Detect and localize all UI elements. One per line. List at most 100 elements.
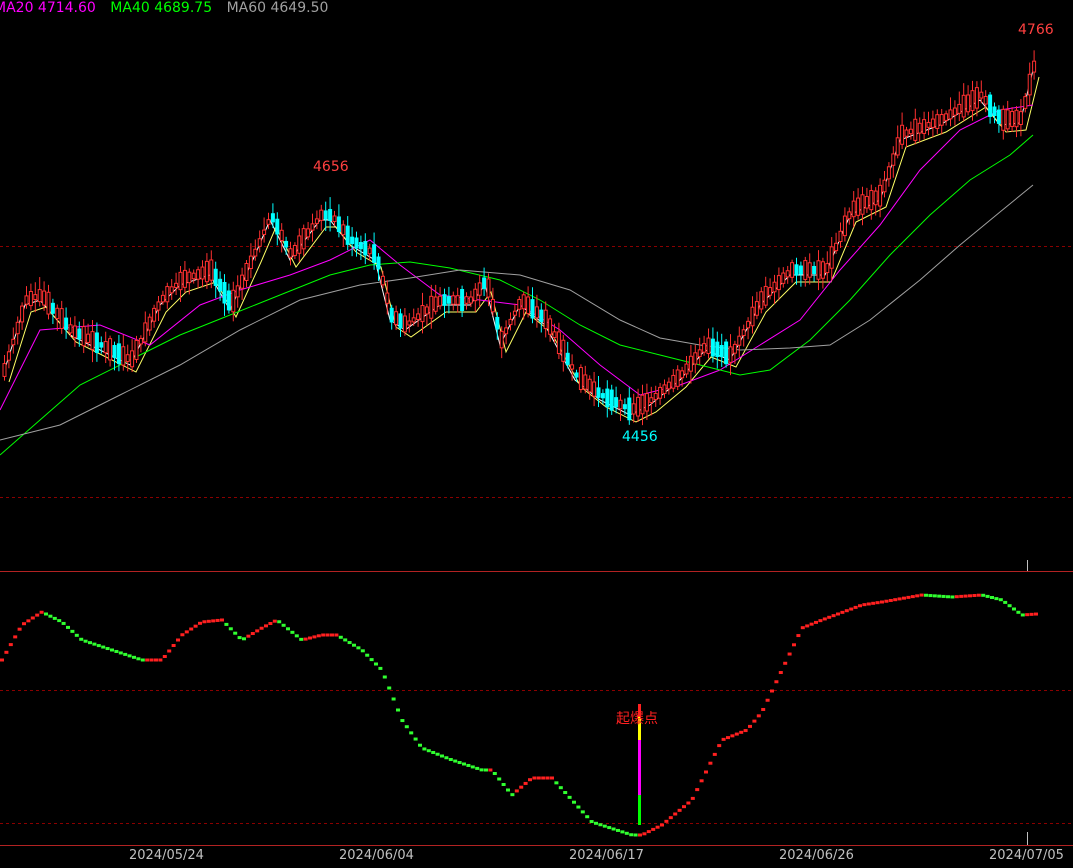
candle-body: [94, 332, 99, 353]
candle-body: [2, 363, 7, 377]
candle-body: [979, 91, 984, 99]
oscillator-step: [730, 734, 735, 738]
oscillator-step: [818, 619, 823, 623]
oscillator-step: [246, 634, 251, 638]
candle-body: [556, 331, 561, 355]
candle-body: [675, 369, 680, 387]
oscillator-step: [431, 750, 436, 754]
candle-body: [464, 296, 469, 304]
oscillator-step: [862, 603, 867, 607]
candle-body: [988, 94, 993, 117]
oscillator-step: [325, 633, 330, 637]
oscillator-step: [127, 654, 132, 658]
oscillator-step: [624, 831, 629, 835]
candle-body: [235, 285, 240, 298]
oscillator-step: [655, 825, 660, 829]
oscillator-step: [932, 594, 937, 598]
candle-body: [574, 372, 579, 378]
candle-body: [20, 305, 25, 323]
candle-body: [702, 343, 707, 353]
candle-body: [600, 393, 605, 399]
candle-body: [59, 308, 64, 330]
oscillator-step: [822, 617, 827, 621]
candle-body: [402, 315, 407, 333]
candle-body: [420, 305, 425, 323]
oscillator-step: [756, 714, 761, 718]
oscillator-step: [1016, 610, 1021, 614]
candle-body: [640, 394, 645, 415]
oscillator-step: [792, 643, 796, 647]
oscillator-step: [836, 612, 840, 616]
oscillator-step: [545, 776, 550, 780]
candle-body: [974, 87, 979, 109]
oscillator-step: [765, 698, 770, 702]
candle-body: [926, 121, 931, 128]
oscillator-step: [492, 772, 497, 775]
oscillator-step: [633, 833, 638, 837]
candle-body: [807, 262, 812, 278]
oscillator-step: [422, 747, 427, 751]
candle-body: [935, 114, 940, 129]
candle-body: [345, 225, 350, 245]
candle-body: [636, 396, 641, 417]
oscillator-step: [950, 595, 955, 599]
candle-body: [908, 128, 913, 135]
oscillator-step: [347, 641, 352, 645]
candle-body: [812, 265, 817, 275]
candle-body: [438, 295, 443, 307]
oscillator-step: [981, 593, 986, 597]
candle-body: [213, 268, 218, 286]
candle-body: [332, 215, 337, 223]
ma40-label: MA40 4689.75: [110, 0, 213, 16]
candle-body: [886, 166, 891, 180]
candle-body: [803, 260, 808, 280]
candle-body: [596, 387, 601, 398]
date-label: 2024/06/26: [779, 848, 854, 863]
oscillator-step: [118, 651, 123, 655]
candle-body: [900, 124, 905, 145]
oscillator-step: [519, 785, 524, 789]
oscillator-step: [774, 680, 779, 684]
candle-body: [961, 94, 966, 118]
candle-body: [81, 326, 86, 347]
candle-body: [121, 346, 126, 366]
candle-body: [688, 355, 693, 372]
ma-legend: MA20 4714.60 MA40 4689.75 MA60 4649.50: [0, 0, 338, 16]
oscillator-step: [884, 599, 889, 603]
oscillator-step: [154, 658, 158, 662]
candle-body: [244, 263, 249, 281]
oscillator-step: [105, 647, 110, 651]
candle-body: [50, 302, 55, 314]
oscillator-step: [853, 605, 858, 609]
oscillator-step: [514, 789, 519, 793]
oscillator-step: [299, 637, 304, 641]
candle-body: [372, 244, 377, 263]
candle-body: [543, 309, 548, 330]
candle-body: [578, 367, 583, 391]
candle-body: [292, 244, 297, 256]
oscillator-step: [26, 619, 31, 623]
oscillator-step: [963, 594, 968, 598]
oscillator-step: [523, 781, 528, 785]
oscillator-step: [695, 788, 700, 792]
candle-body: [666, 381, 671, 390]
candle-body: [108, 338, 113, 361]
oscillator-step: [158, 658, 163, 662]
oscillator-step: [910, 595, 915, 599]
oscillator-step: [391, 697, 396, 701]
candle-body: [891, 153, 896, 166]
oscillator-step: [140, 658, 145, 662]
oscillator-step: [365, 653, 370, 657]
oscillator-step: [136, 657, 141, 661]
ma60-label: MA60 4649.50: [226, 0, 329, 16]
oscillator-step: [0, 658, 4, 662]
candle-body: [548, 318, 553, 335]
candle-body: [284, 240, 289, 248]
date-label: 2024/07/05: [989, 848, 1064, 863]
candle-body: [552, 331, 557, 338]
candle-body: [231, 289, 236, 313]
candle-body: [350, 236, 355, 245]
candle-body: [301, 228, 306, 250]
candle-body: [134, 340, 139, 360]
ma20-label: MA20 4714.60: [0, 0, 96, 16]
